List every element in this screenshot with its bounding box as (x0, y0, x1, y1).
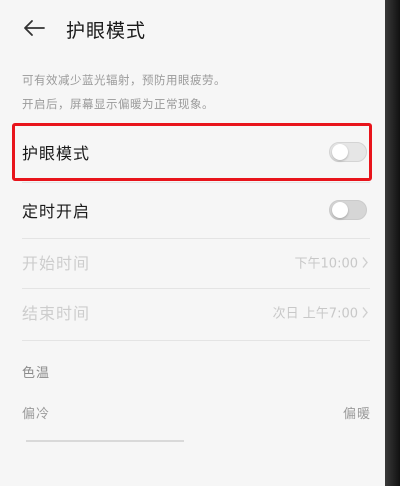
warm-label: 偏暖 (342, 407, 371, 422)
start-time-value: 下午10:00 (294, 256, 358, 272)
start-time-row[interactable]: 开始时间 下午10:00 (0, 234, 385, 290)
settings-screen: 护眼模式 可有效减少蓝光辐射，预防用眼疲劳。 开启后，屏幕显示偏暖为正常现象。 … (0, 0, 385, 486)
scheduled-toggle[interactable] (329, 200, 367, 220)
eye-comfort-label: 护眼模式 (22, 144, 91, 163)
chevron-right-icon (362, 256, 368, 268)
color-temp-section-label: 色温 (22, 366, 51, 381)
end-time-value-group: 次日 上午7:00 (273, 303, 369, 322)
app-header: 护眼模式 (0, 0, 385, 58)
description-line-1: 可有效减少蓝光辐射，预防用眼疲劳。 (22, 73, 226, 87)
start-time-label: 开始时间 (22, 254, 91, 273)
divider (22, 340, 370, 341)
end-time-label: 结束时间 (22, 304, 91, 323)
end-time-row[interactable]: 结束时间 次日 上午7:00 (0, 284, 385, 340)
back-arrow-icon (24, 20, 45, 36)
page-title: 护眼模式 (66, 20, 147, 42)
scheduled-label: 定时开启 (22, 202, 91, 221)
start-time-value-group: 下午10:00 (295, 253, 369, 272)
eye-comfort-toggle[interactable] (329, 142, 367, 162)
end-time-value: 次日 上午7:00 (272, 306, 358, 322)
device-bezel (385, 0, 400, 486)
cool-label: 偏冷 (22, 407, 51, 422)
eye-comfort-row[interactable]: 护眼模式 (0, 124, 385, 180)
back-button[interactable] (18, 12, 50, 44)
toggle-knob (332, 144, 348, 160)
toggle-knob (332, 202, 348, 218)
scheduled-row[interactable]: 定时开启 (0, 182, 385, 238)
color-temp-slider[interactable] (26, 440, 184, 442)
chevron-right-icon (362, 306, 368, 318)
description-line-2: 开启后，屏幕显示偏暖为正常现象。 (22, 97, 214, 111)
